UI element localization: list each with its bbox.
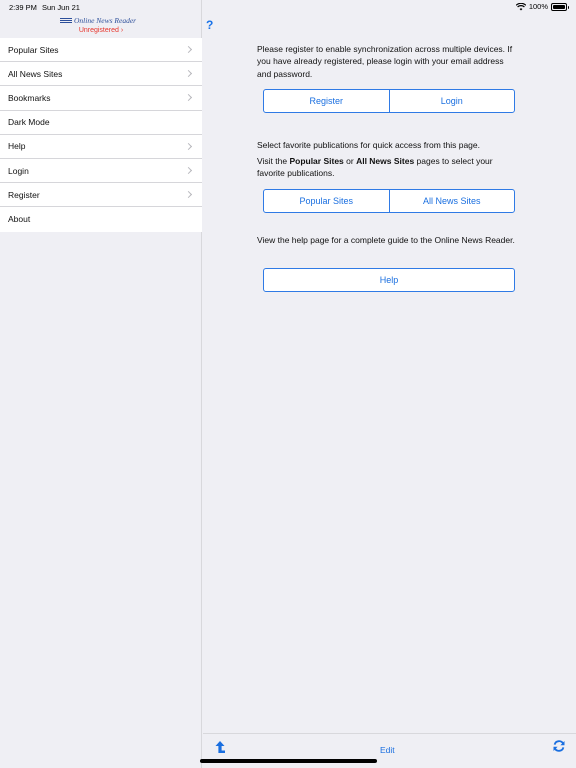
- all-news-sites-button[interactable]: All News Sites: [388, 190, 515, 212]
- auth-segmented-control: Register Login: [263, 89, 515, 113]
- edit-button[interactable]: Edit: [380, 745, 395, 755]
- chevron-right-icon: [184, 70, 193, 78]
- help-button-container: Help: [263, 268, 515, 292]
- sidebar-item-popular-sites[interactable]: Popular Sites: [0, 38, 202, 63]
- visit-all-news-sites: All News Sites: [356, 156, 415, 166]
- sidebar-item-label: Login: [8, 165, 29, 176]
- sidebar: Online News Reader Unregistered › Popula…: [0, 0, 202, 768]
- login-button[interactable]: Login: [388, 90, 515, 112]
- sidebar-item-label: All News Sites: [8, 68, 63, 79]
- sidebar-item-label: About: [8, 214, 31, 225]
- main-content: Please register to enable synchronizatio…: [203, 0, 576, 768]
- sites-segmented-control: Popular Sites All News Sites: [263, 189, 515, 213]
- popular-sites-button[interactable]: Popular Sites: [264, 190, 389, 212]
- visit-prefix: Visit the: [257, 156, 290, 166]
- help-info-text: View the help page for a complete guide …: [257, 235, 515, 245]
- register-info-text: Please register to enable synchronizatio…: [257, 44, 513, 79]
- sidebar-item-label: Popular Sites: [8, 44, 59, 55]
- sidebar-item-dark-mode[interactable]: Dark Mode: [0, 111, 202, 135]
- refresh-icon[interactable]: [552, 739, 566, 753]
- chevron-right-icon: [184, 142, 193, 150]
- favorites-info-text: Select favorite publications for quick a…: [257, 140, 480, 150]
- registration-status-link[interactable]: Unregistered ›: [0, 27, 202, 34]
- sidebar-item-help[interactable]: Help: [0, 135, 202, 159]
- sidebar-item-bookmarks[interactable]: Bookmarks: [0, 86, 202, 111]
- chevron-right-icon: [184, 94, 193, 102]
- sidebar-item-label: Dark Mode: [8, 117, 50, 128]
- sidebar-item-login[interactable]: Login: [0, 159, 202, 184]
- sidebar-item-label: Register: [8, 189, 40, 200]
- visit-popular-sites: Popular Sites: [289, 156, 344, 166]
- share-up-arrow-icon[interactable]: [213, 740, 227, 754]
- sidebar-item-label: Bookmarks: [8, 92, 51, 103]
- status-date: Sun Jun 21: [42, 3, 80, 12]
- sidebar-item-all-news-sites[interactable]: All News Sites: [0, 62, 202, 87]
- sidebar-item-about[interactable]: About: [0, 207, 202, 231]
- chevron-right-icon: [184, 191, 193, 199]
- visit-info-text: Visit the Popular Sites or All News Site…: [257, 155, 517, 180]
- visit-or: or: [343, 156, 357, 166]
- chevron-right-icon: [184, 46, 193, 54]
- logo-lines-icon: [60, 18, 72, 23]
- app-logo: Online News Reader: [60, 16, 136, 25]
- home-indicator: [200, 759, 377, 763]
- logo-text: Online News Reader: [74, 16, 137, 25]
- sidebar-menu: Popular Sites All News Sites Bookmarks D…: [0, 38, 202, 232]
- sidebar-header: Online News Reader Unregistered ›: [0, 14, 202, 38]
- chevron-right-icon: [184, 166, 193, 175]
- register-button[interactable]: Register: [264, 90, 389, 112]
- sidebar-item-register[interactable]: Register: [0, 183, 202, 208]
- help-button[interactable]: Help: [264, 269, 514, 291]
- sidebar-item-label: Help: [8, 141, 26, 152]
- status-time: 2:39 PM: [9, 3, 37, 12]
